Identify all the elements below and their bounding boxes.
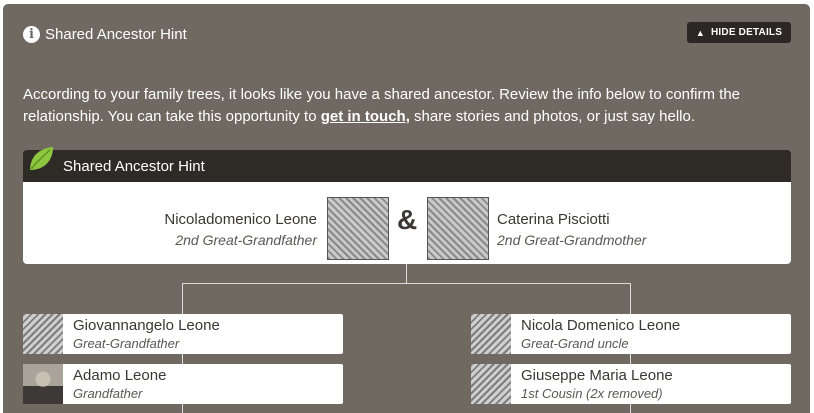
ancestor-left-photo[interactable]	[327, 197, 389, 260]
ancestor-right[interactable]: Caterina Pisciotti 2nd Great-Grandmother	[497, 210, 646, 250]
panel-title: Shared Ancestor Hint	[45, 25, 187, 43]
shared-ancestor-panel: i Shared Ancestor Hint ▲ HIDE DETAILS Ac…	[3, 4, 810, 413]
person-relation: Great-Grandfather	[73, 336, 180, 351]
ancestor-left-name: Nicoladomenico Leone	[164, 211, 317, 228]
person-card-right-2[interactable]: Giuseppe Maria Leone 1st Cousin (2x remo…	[471, 364, 791, 404]
ancestor-left-relation: 2nd Great-Grandfather	[175, 232, 317, 248]
person-photo	[23, 314, 63, 354]
intro-text-after: share stories and photos, or just say he…	[409, 108, 696, 125]
panel-header: i Shared Ancestor Hint	[23, 23, 187, 45]
leaf-icon	[30, 147, 53, 170]
hide-details-label: HIDE DETAILS	[711, 27, 783, 38]
ancestor-right-relation: 2nd Great-Grandmother	[497, 232, 647, 248]
ancestor-right-name: Caterina Pisciotti	[497, 211, 610, 228]
person-name: Adamo Leone	[73, 367, 167, 384]
person-card-right-1[interactable]: Nicola Domenico Leone Great-Grand uncle	[471, 314, 791, 354]
person-photo	[471, 314, 511, 354]
shared-ancestors-box: Nicoladomenico Leone 2nd Great-Grandfath…	[23, 182, 791, 264]
person-relation: 1st Cousin (2x removed)	[521, 386, 663, 401]
hint-bar-title: Shared Ancestor Hint	[63, 157, 205, 175]
person-name: Giuseppe Maria Leone	[521, 367, 673, 384]
tree-line-horizontal	[182, 283, 631, 284]
chevron-up-icon: ▲	[695, 27, 705, 38]
person-relation: Great-Grand uncle	[521, 336, 629, 351]
ancestor-right-photo[interactable]	[427, 197, 489, 260]
get-in-touch-link[interactable]: get in touch,	[321, 108, 410, 125]
ampersand: &	[397, 204, 418, 235]
intro-text: According to your family trees, it looks…	[23, 84, 793, 128]
person-name: Giovannangelo Leone	[73, 317, 220, 334]
ancestor-left[interactable]: Nicoladomenico Leone 2nd Great-Grandfath…	[164, 210, 317, 250]
hide-details-button[interactable]: ▲ HIDE DETAILS	[687, 22, 791, 43]
person-card-left-1[interactable]: Giovannangelo Leone Great-Grandfather	[23, 314, 343, 354]
hint-bar: Shared Ancestor Hint	[23, 147, 791, 182]
info-icon: i	[23, 25, 40, 43]
person-name: Nicola Domenico Leone	[521, 317, 681, 334]
person-photo	[471, 364, 511, 404]
person-card-left-2[interactable]: Adamo Leone Grandfather	[23, 364, 343, 404]
person-relation: Grandfather	[73, 386, 143, 401]
tree-line-trunk	[406, 264, 407, 283]
person-photo	[23, 364, 63, 404]
